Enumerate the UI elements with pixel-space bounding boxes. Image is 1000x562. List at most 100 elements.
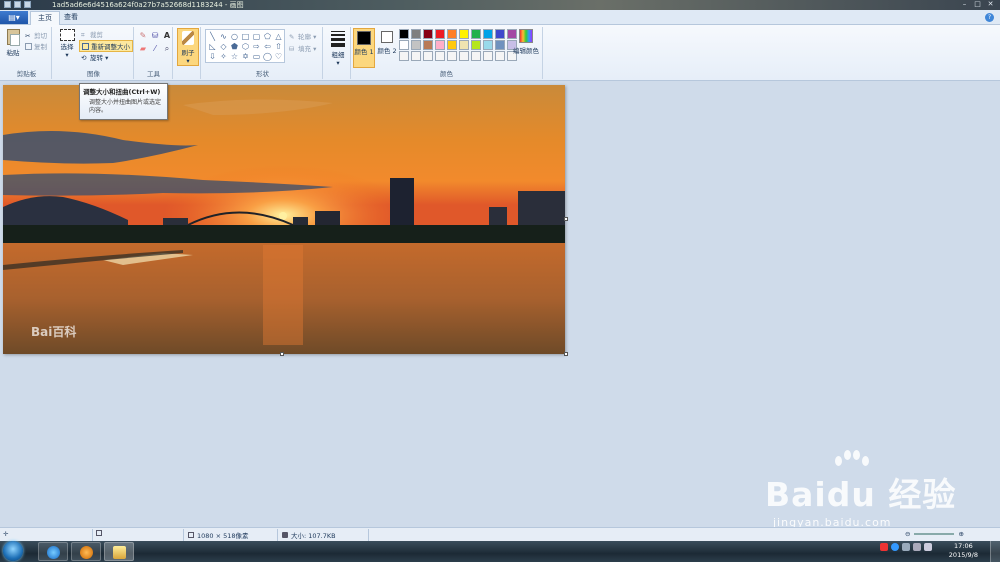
palette-swatch[interactable] bbox=[435, 29, 445, 39]
palette-swatch[interactable] bbox=[459, 51, 469, 61]
brushes-button[interactable]: 刷子 ▾ bbox=[177, 28, 199, 66]
select-button[interactable]: 选择 ▾ bbox=[57, 29, 77, 65]
resize-button[interactable]: 重新调整大小 bbox=[79, 40, 133, 52]
save-icon[interactable] bbox=[4, 1, 11, 8]
triangle-shape-icon[interactable]: △ bbox=[274, 32, 283, 41]
close-button[interactable]: ✕ bbox=[985, 0, 996, 9]
show-desktop-button[interactable] bbox=[990, 541, 1000, 562]
volume-icon[interactable] bbox=[924, 543, 932, 551]
zoom-in-icon[interactable]: ⊕ bbox=[958, 530, 963, 538]
text-icon[interactable]: A bbox=[162, 31, 172, 41]
undo-icon[interactable] bbox=[14, 1, 21, 8]
crop-button[interactable]: ⌗ 裁剪 bbox=[81, 29, 103, 40]
arrow-left-shape-icon[interactable]: ⇦ bbox=[263, 42, 272, 51]
arrow-right-shape-icon[interactable]: ⇨ bbox=[252, 42, 261, 51]
zoom-controls[interactable]: ⊖ ⊕ bbox=[905, 530, 964, 538]
shapes-gallery[interactable]: ╲ ∿ ○ □ ▢ ⬠ △ ◺ ◇ ⬟ ⬡ ⇨ ⇦ ⇧ ⇩ ✧ ☆ ✡ ▭ ◯ bbox=[205, 29, 285, 63]
fill-button[interactable]: ⛁ 填充 ▾ bbox=[289, 43, 316, 54]
pentagon-shape-icon[interactable]: ⬟ bbox=[230, 42, 239, 51]
maximize-button[interactable]: □ bbox=[972, 0, 983, 9]
paste-button[interactable]: 粘贴 bbox=[4, 29, 22, 65]
color-picker-icon[interactable]: ⁄ bbox=[150, 44, 160, 54]
polygon-shape-icon[interactable]: ⬠ bbox=[263, 32, 272, 41]
palette-swatch[interactable] bbox=[447, 40, 457, 50]
rotate-button[interactable]: ⟲ 旋转 ▾ bbox=[81, 52, 108, 63]
palette-swatch[interactable] bbox=[423, 29, 433, 39]
palette-swatch[interactable] bbox=[447, 51, 457, 61]
six-point-star-shape-icon[interactable]: ✡ bbox=[241, 52, 250, 61]
rectangle-shape-icon[interactable]: □ bbox=[241, 32, 250, 41]
curve-shape-icon[interactable]: ∿ bbox=[219, 32, 228, 41]
magnifier-icon[interactable]: ⌕ bbox=[162, 44, 172, 54]
palette-swatch[interactable] bbox=[411, 29, 421, 39]
palette-swatch[interactable] bbox=[471, 51, 481, 61]
zoom-slider[interactable] bbox=[914, 533, 955, 535]
tab-view[interactable]: 查看 bbox=[57, 11, 85, 25]
resize-handle-right[interactable] bbox=[564, 217, 568, 221]
arrow-down-shape-icon[interactable]: ⇩ bbox=[208, 52, 217, 61]
eraser-icon[interactable]: ▰ bbox=[138, 44, 148, 54]
palette-swatch[interactable] bbox=[495, 29, 505, 39]
five-point-star-shape-icon[interactable]: ☆ bbox=[230, 52, 239, 61]
palette-swatch[interactable] bbox=[435, 51, 445, 61]
taskbar-media-button[interactable] bbox=[71, 542, 101, 561]
resize-handle-bottom[interactable] bbox=[280, 352, 284, 356]
color1-button[interactable]: 颜色 1 bbox=[353, 28, 375, 68]
help-icon[interactable]: ? bbox=[985, 13, 994, 22]
arrow-up-shape-icon[interactable]: ⇧ bbox=[274, 42, 283, 51]
palette-swatch[interactable] bbox=[483, 40, 493, 50]
palette-swatch[interactable] bbox=[399, 51, 409, 61]
image-canvas[interactable]: Bai百科 bbox=[3, 85, 565, 354]
flag-icon[interactable] bbox=[913, 543, 921, 551]
oval-shape-icon[interactable]: ○ bbox=[230, 32, 239, 41]
zoom-out-icon[interactable]: ⊖ bbox=[905, 530, 910, 538]
palette-swatch[interactable] bbox=[411, 40, 421, 50]
copy-button[interactable]: 复制 bbox=[25, 41, 47, 51]
pencil-icon[interactable]: ✎ bbox=[138, 31, 148, 41]
palette-swatch[interactable] bbox=[483, 51, 493, 61]
palette-swatch[interactable] bbox=[399, 29, 409, 39]
fill-bucket-icon[interactable]: ⛁ bbox=[150, 31, 160, 41]
palette-swatch[interactable] bbox=[459, 40, 469, 50]
diamond-shape-icon[interactable]: ◇ bbox=[219, 42, 228, 51]
palette-swatch[interactable] bbox=[471, 29, 481, 39]
four-point-star-shape-icon[interactable]: ✧ bbox=[219, 52, 228, 61]
start-button[interactable] bbox=[3, 541, 23, 561]
palette-swatch[interactable] bbox=[459, 29, 469, 39]
minimize-button[interactable]: – bbox=[959, 0, 970, 9]
palette-swatch[interactable] bbox=[411, 51, 421, 61]
palette-swatch[interactable] bbox=[495, 40, 505, 50]
canvas-workspace[interactable]: Bai百科 Baidu 经验 jingyan.baidu.com bbox=[0, 81, 1000, 529]
callout-oval-shape-icon[interactable]: ◯ bbox=[263, 52, 272, 61]
line-shape-icon[interactable]: ╲ bbox=[208, 32, 217, 41]
palette-swatch[interactable] bbox=[495, 51, 505, 61]
size-button[interactable]: 粗细 ▾ bbox=[328, 29, 348, 67]
hexagon-shape-icon[interactable]: ⬡ bbox=[241, 42, 250, 51]
help-tray-icon[interactable] bbox=[891, 543, 899, 551]
file-menu-button[interactable]: ▤▾ bbox=[0, 11, 28, 24]
heart-shape-icon[interactable]: ♡ bbox=[274, 52, 283, 61]
rounded-rect-shape-icon[interactable]: ▢ bbox=[252, 32, 261, 41]
palette-swatch[interactable] bbox=[447, 29, 457, 39]
input-method-icon[interactable] bbox=[880, 543, 888, 551]
selection-size bbox=[96, 530, 102, 536]
callout-rect-shape-icon[interactable]: ▭ bbox=[252, 52, 261, 61]
palette-swatch[interactable] bbox=[435, 40, 445, 50]
palette-swatch[interactable] bbox=[399, 40, 409, 50]
palette-swatch[interactable] bbox=[471, 40, 481, 50]
cut-button[interactable]: ✂ 剪切 bbox=[25, 30, 47, 41]
edit-colors-button[interactable]: 编辑颜色 bbox=[511, 29, 541, 65]
color2-button[interactable]: 颜色 2 bbox=[377, 28, 397, 68]
palette-swatch[interactable] bbox=[423, 51, 433, 61]
tab-home[interactable]: 主页 bbox=[30, 11, 60, 25]
resize-handle-corner[interactable] bbox=[564, 352, 568, 356]
palette-swatch[interactable] bbox=[423, 40, 433, 50]
outline-button[interactable]: ✎ 轮廓 ▾ bbox=[289, 31, 316, 42]
taskbar-ie-button[interactable] bbox=[38, 542, 68, 561]
palette-swatch[interactable] bbox=[483, 29, 493, 39]
redo-icon[interactable] bbox=[24, 1, 31, 8]
taskbar-paint-button[interactable] bbox=[104, 542, 134, 561]
network-icon[interactable] bbox=[902, 543, 910, 551]
system-clock[interactable]: 17:06 2015/9/8 bbox=[949, 542, 978, 560]
right-triangle-shape-icon[interactable]: ◺ bbox=[208, 42, 217, 51]
